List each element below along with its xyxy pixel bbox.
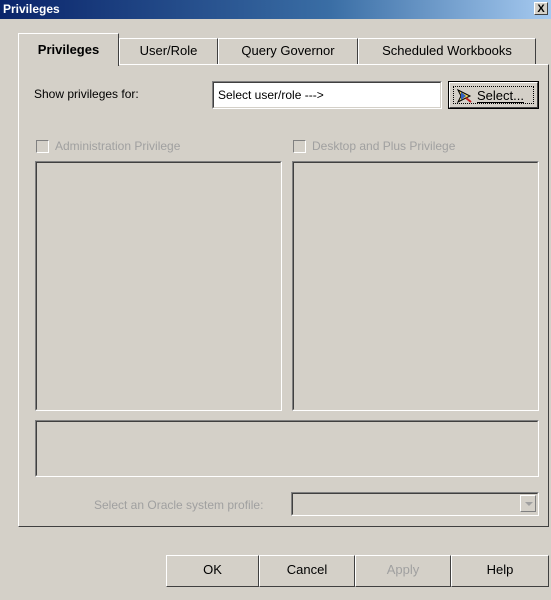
show-privileges-label: Show privileges for: xyxy=(34,87,139,101)
admin-privilege-list[interactable] xyxy=(35,161,282,411)
tab-label: Query Governor xyxy=(241,43,335,58)
apply-button-label: Apply xyxy=(386,562,420,577)
help-button[interactable]: Help xyxy=(451,555,549,587)
close-icon: X xyxy=(537,3,545,15)
desktop-privilege-list[interactable] xyxy=(292,161,539,411)
chevron-down-icon[interactable] xyxy=(520,495,536,512)
user-role-value: Select user/role ---> xyxy=(218,88,324,102)
help-button-label: Help xyxy=(486,562,514,577)
oracle-profile-label: Select an Oracle system profile: xyxy=(94,498,264,512)
desktop-privilege-label: Desktop and Plus Privilege xyxy=(312,139,456,153)
ok-button-label: OK xyxy=(203,562,222,577)
tab-user-role[interactable]: User/Role xyxy=(119,38,218,64)
tab-query-governor[interactable]: Query Governor xyxy=(218,38,358,64)
tab-privileges[interactable]: Privileges xyxy=(18,33,119,66)
ok-button[interactable]: OK xyxy=(166,555,259,587)
tab-label: Privileges xyxy=(37,42,100,57)
select-users-icon xyxy=(457,89,472,103)
cancel-button-label: Cancel xyxy=(286,562,328,577)
privilege-description-box xyxy=(35,420,539,477)
window-title: Privileges xyxy=(3,2,60,16)
select-user-button[interactable]: Select... xyxy=(448,81,539,109)
cancel-button[interactable]: Cancel xyxy=(259,555,355,587)
title-bar: Privileges X xyxy=(0,0,551,19)
tab-label: User/Role xyxy=(139,43,198,58)
close-button[interactable]: X xyxy=(534,2,548,15)
desktop-privilege-checkbox[interactable] xyxy=(293,140,306,153)
select-button-label: Select... xyxy=(477,88,524,103)
tab-scheduled-workbooks[interactable]: Scheduled Workbooks xyxy=(358,38,536,64)
tab-panel-privileges: Show privileges for: Select user/role --… xyxy=(18,64,549,527)
oracle-profile-dropdown[interactable] xyxy=(291,492,539,516)
tab-label: Scheduled Workbooks xyxy=(382,43,512,58)
user-role-field[interactable]: Select user/role ---> xyxy=(212,81,442,109)
admin-privilege-checkbox[interactable] xyxy=(36,140,49,153)
apply-button[interactable]: Apply xyxy=(355,555,451,587)
admin-privilege-label: Administration Privilege xyxy=(55,139,181,153)
